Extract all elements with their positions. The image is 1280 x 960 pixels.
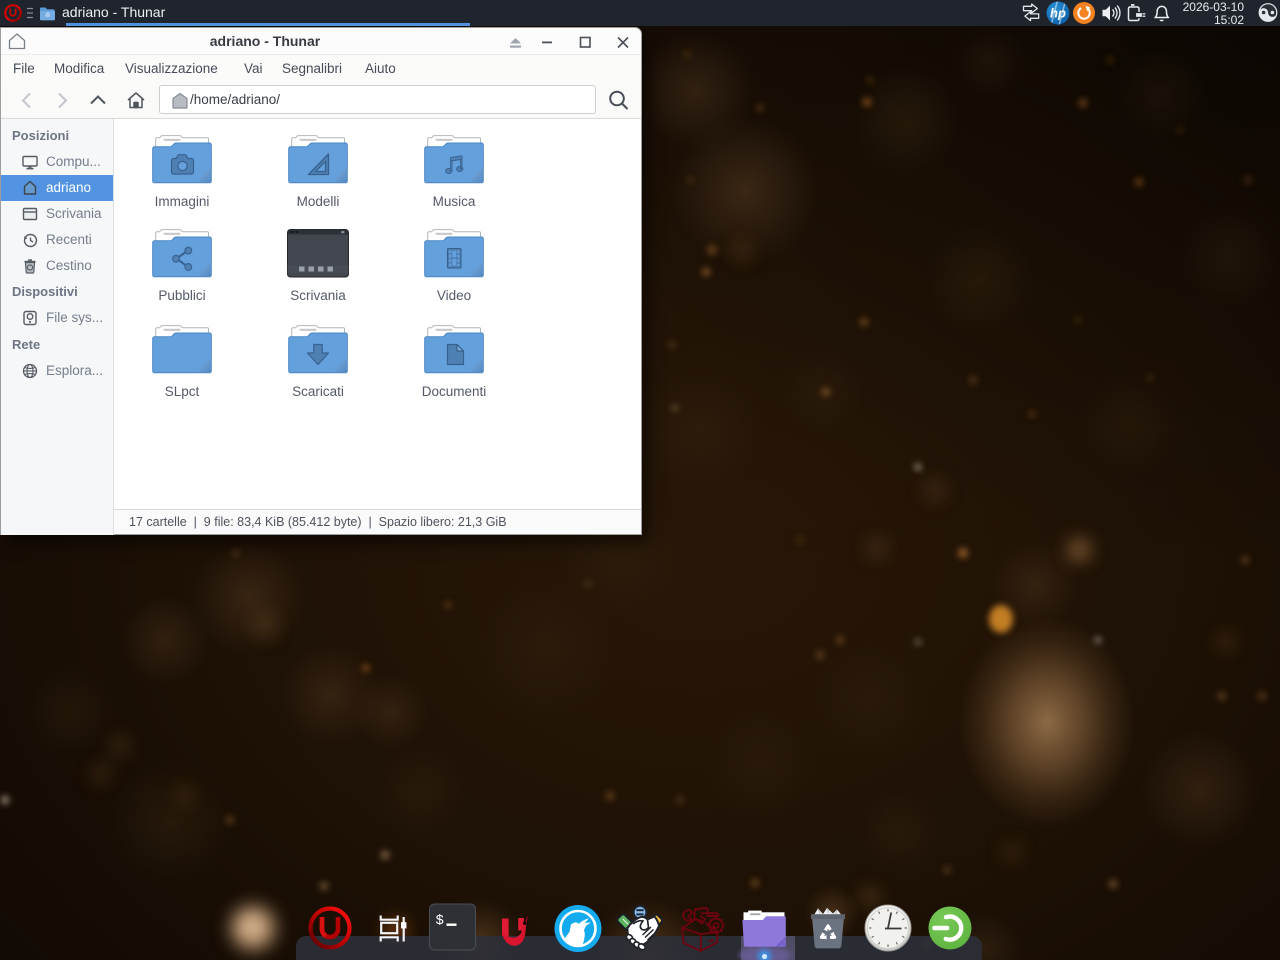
svg-text:hp: hp	[1050, 6, 1066, 21]
svg-text:$: $	[436, 913, 444, 929]
